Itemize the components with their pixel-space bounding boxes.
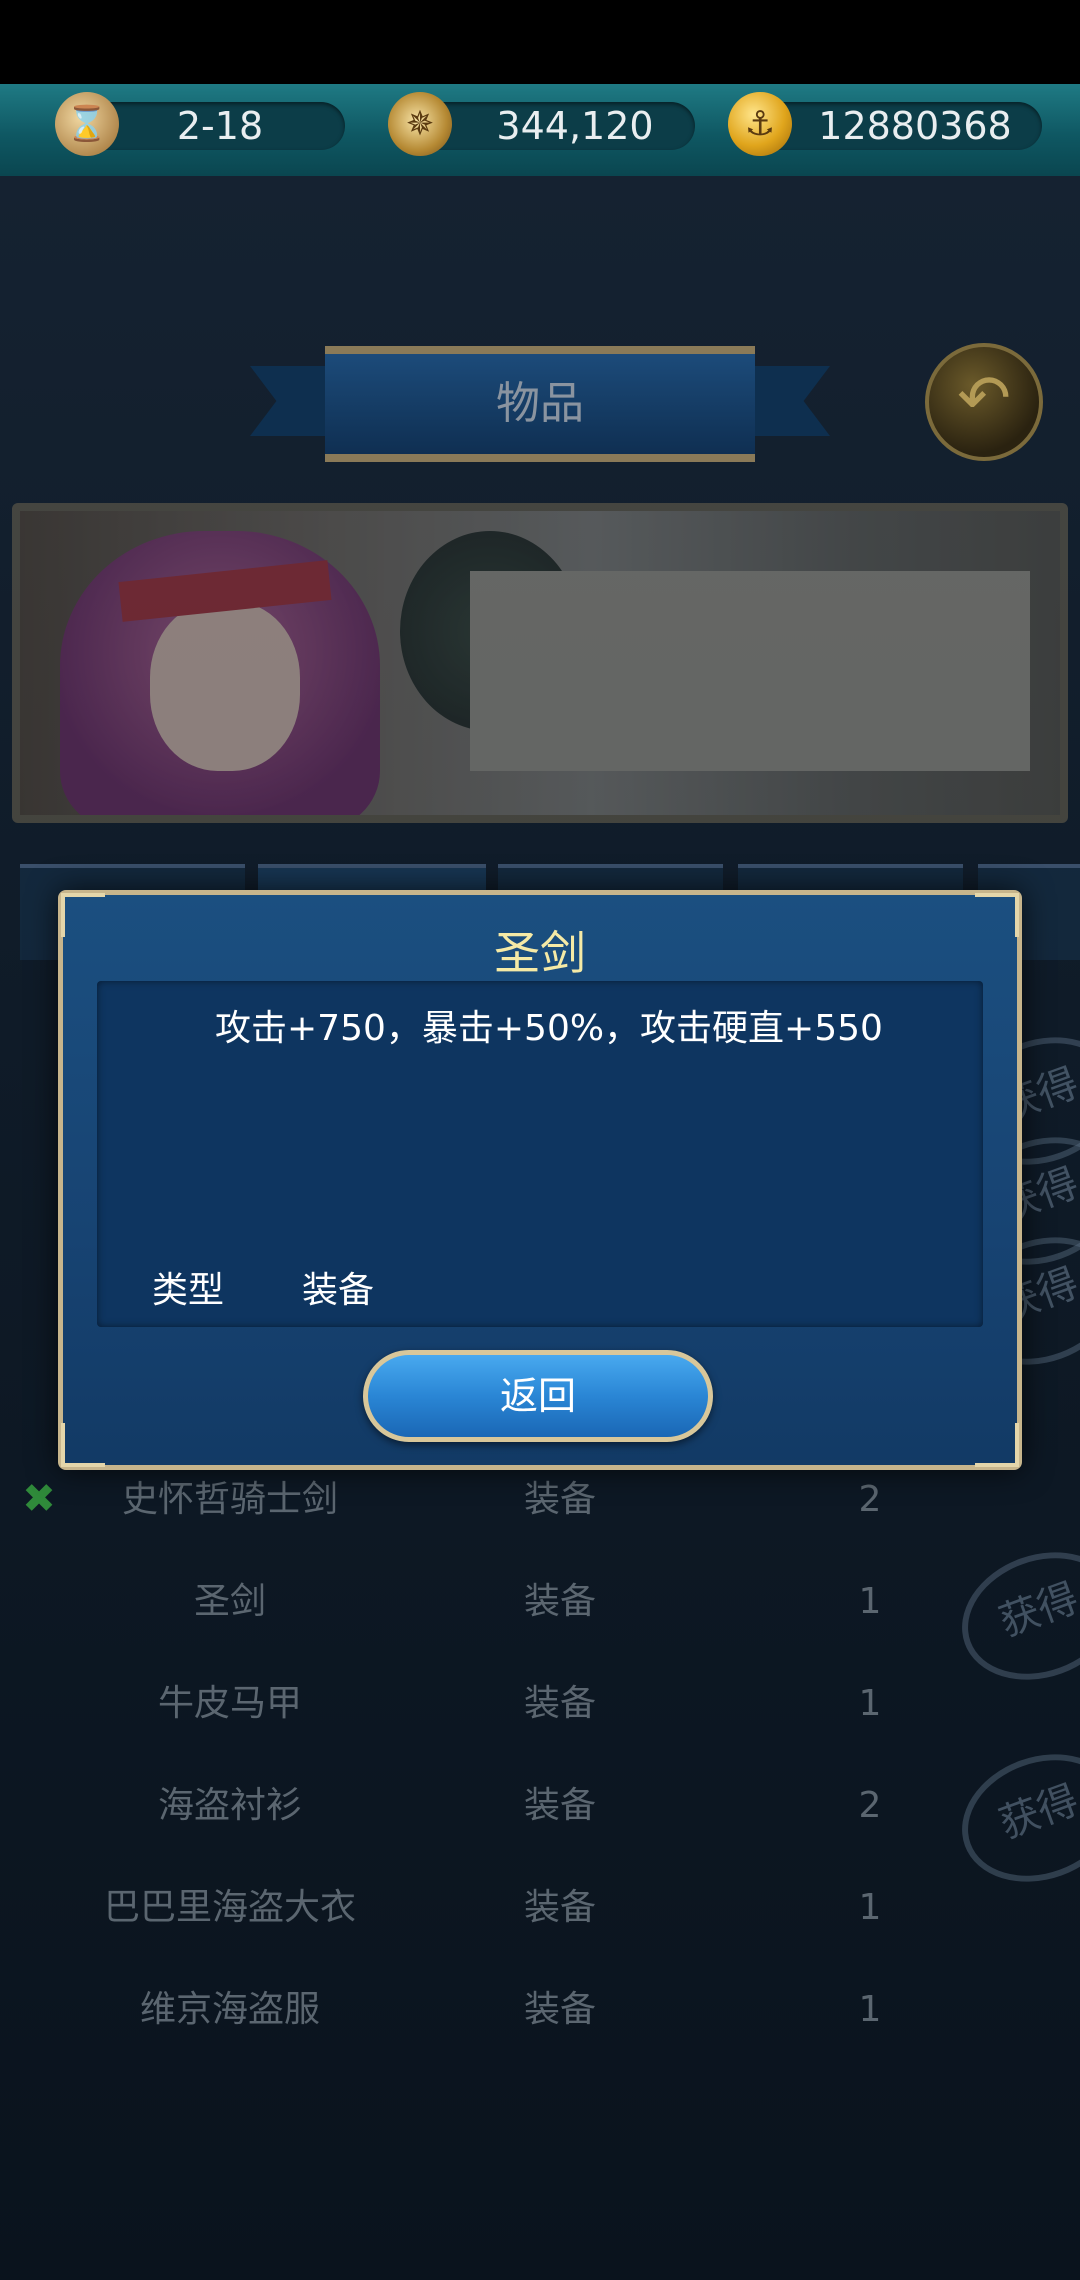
level-value: 2-18 [176,104,264,148]
item-type: 装备 [523,1683,596,1724]
item-detail-dialog: 圣剑 攻击+750，暴击+50%，攻击硬直+550 类型 装备 返回 [58,890,1022,1470]
item-type: 装备 [523,1989,596,2030]
item-count: 1 [858,1887,882,1928]
item-name: 海盗衬衫 [157,1785,302,1826]
item-count: 1 [858,1581,882,1622]
compass-value: 344,120 [496,104,654,148]
item-type: 装备 [523,1581,596,1622]
dialog-content: 攻击+750，暴击+50%，攻击硬直+550 类型 装备 [97,981,983,1327]
list-item[interactable]: 圣剑 装备 1 [0,1552,1080,1652]
item-type: 装备 [523,1785,596,1826]
status-bar [0,0,1080,84]
character-portrait [40,511,400,815]
type-value: 装备 [302,1270,375,1311]
type-label: 类型 [152,1270,225,1311]
item-count: 1 [858,1989,882,2030]
list-item[interactable]: 海盗衬衫 装备 2 [0,1756,1080,1856]
item-name: 巴巴里海盗大衣 [103,1887,356,1928]
list-item[interactable]: 巴巴里海盗大衣 装备 1 [0,1858,1080,1958]
item-type: 装备 [523,1887,596,1928]
character-banner [12,503,1068,823]
list-item[interactable]: 牛皮马甲 装备 1 [0,1654,1080,1754]
item-count: 1 [858,1683,882,1724]
item-name: 牛皮马甲 [157,1683,302,1724]
back-button[interactable]: ↶ [925,343,1043,461]
compass-icon: ✵ [388,92,452,156]
gold-coin-icon: ⚓ [728,92,792,156]
item-name: 维京海盗服 [139,1989,320,2030]
gold-value: 12880368 [818,104,1012,148]
item-name: 圣剑 [193,1581,266,1622]
dialog-title: 圣剑 [494,926,586,980]
title-ribbon: 物品 [250,338,830,462]
page-title: 物品 [496,378,584,429]
resource-bar: ⌛ 2-18 ✵ 344,120 ⚓ 12880368 [0,84,1080,179]
item-count: 2 [858,1785,882,1826]
back-arrow-icon: ↶ [957,362,1011,436]
item-description: 攻击+750，暴击+50%，攻击硬直+550 [215,1008,883,1049]
return-button-label: 返回 [499,1374,576,1418]
hourglass-icon: ⌛ [55,92,119,156]
return-button[interactable]: 返回 [363,1350,713,1442]
list-item[interactable]: 维京海盗服 装备 1 [0,1960,1080,2060]
